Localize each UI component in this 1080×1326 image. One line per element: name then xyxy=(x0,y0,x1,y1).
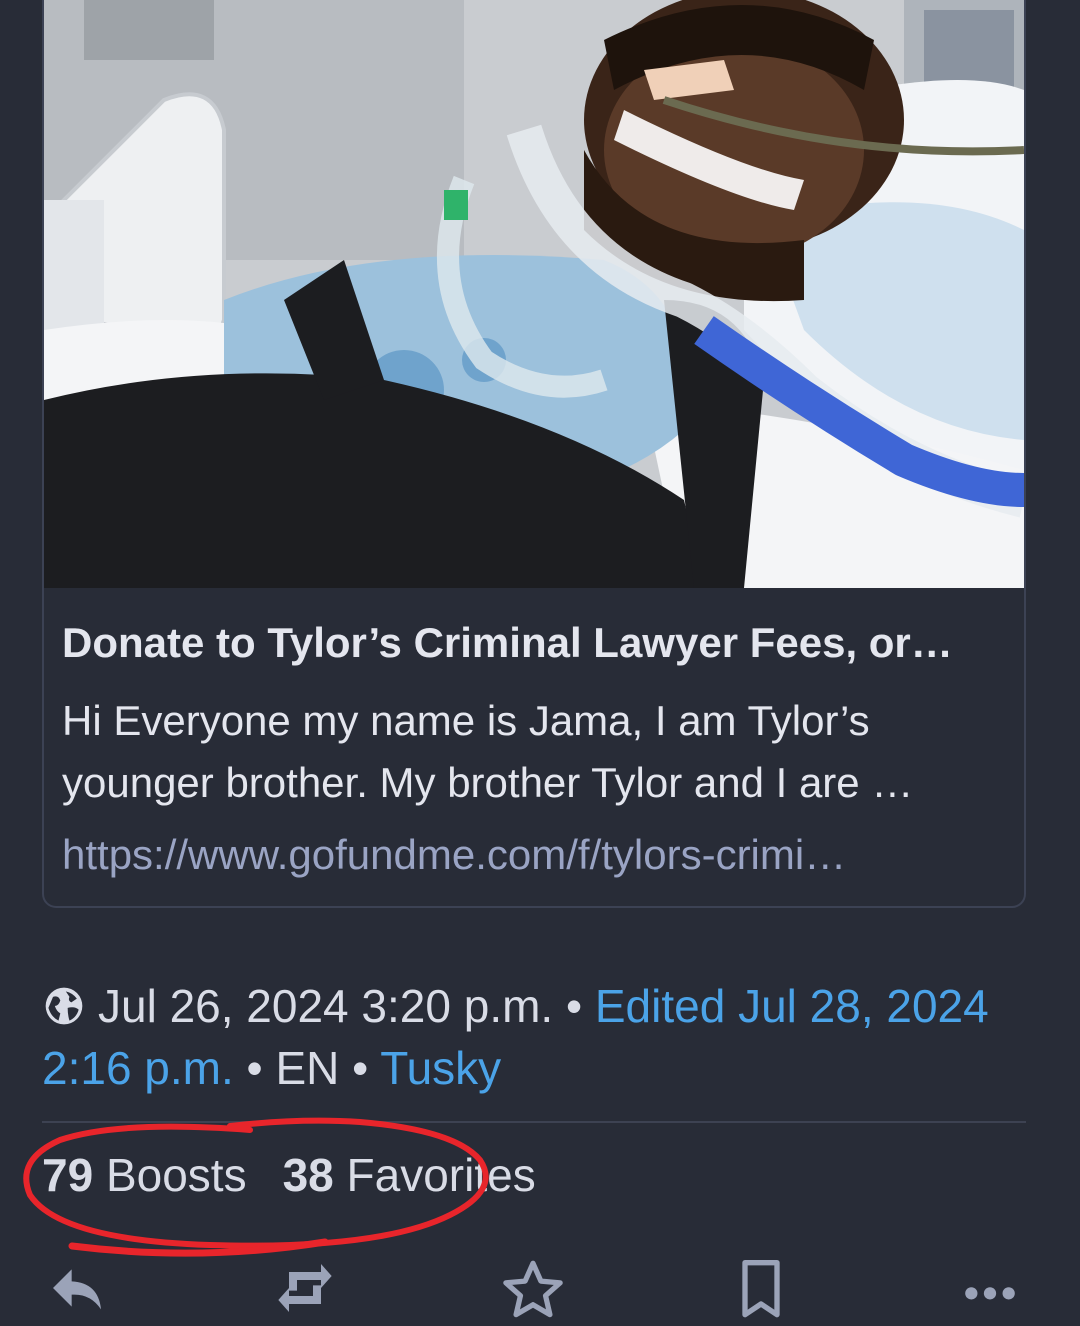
link-preview-card[interactable]: Donate to Tylor’s Criminal Lawyer Fees, … xyxy=(42,0,1026,908)
status-meta: Jul 26, 2024 3:20 p.m. • Edited Jul 28, … xyxy=(42,975,1032,1099)
link-preview-body: Donate to Tylor’s Criminal Lawyer Fees, … xyxy=(62,616,1010,882)
favorites-number: 38 xyxy=(282,1149,334,1201)
divider xyxy=(42,1121,1026,1123)
boosts-count[interactable]: 79 Boosts xyxy=(42,1149,247,1201)
reply-icon[interactable] xyxy=(42,1256,112,1326)
separator: • xyxy=(553,980,595,1032)
posted-time: Jul 26, 2024 3:20 p.m. xyxy=(98,980,554,1032)
boosts-number: 79 xyxy=(42,1149,94,1201)
globe-icon xyxy=(42,981,86,1025)
separator: • xyxy=(339,1042,381,1094)
link-preview-description: Hi Everyone my name is Jama, I am Tylor’… xyxy=(62,697,914,806)
link-preview-image xyxy=(44,0,1024,588)
separator: • xyxy=(233,1042,276,1094)
favorites-count[interactable]: 38 Favorites xyxy=(283,1149,536,1201)
star-icon[interactable] xyxy=(498,1256,568,1326)
status-detail: Donate to Tylor’s Criminal Lawyer Fees, … xyxy=(0,0,1080,1318)
more-icon[interactable] xyxy=(955,1256,1025,1326)
link-preview-url[interactable]: https://www.gofundme.com/f/tylors-crimi… xyxy=(62,828,1010,882)
hospital-photo xyxy=(44,0,1024,588)
interaction-counts: 79 Boosts 38 Favorites xyxy=(42,1145,536,1205)
boost-icon[interactable] xyxy=(270,1256,340,1326)
language-code: EN xyxy=(275,1042,340,1094)
client-link[interactable]: Tusky xyxy=(380,1042,501,1094)
action-bar xyxy=(0,1250,1080,1318)
favorites-label: Favorites xyxy=(346,1149,536,1201)
boosts-label: Boosts xyxy=(105,1149,247,1201)
bookmark-icon[interactable] xyxy=(726,1256,796,1326)
link-preview-title: Donate to Tylor’s Criminal Lawyer Fees, … xyxy=(62,619,953,666)
